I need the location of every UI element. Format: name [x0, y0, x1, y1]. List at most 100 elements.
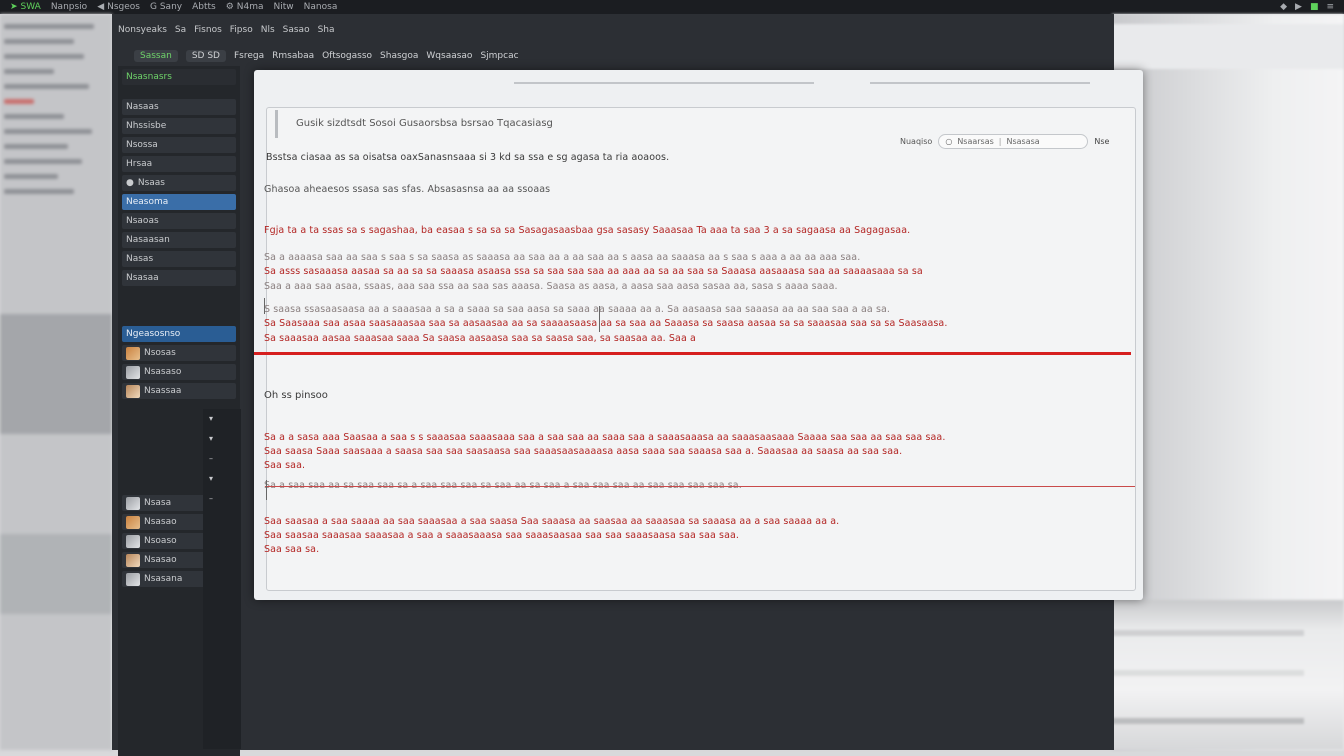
topbar-item-1[interactable]: Nanpsio	[51, 2, 87, 12]
search-label: Nuaqiso	[900, 137, 933, 146]
status-icon[interactable]: ■	[1310, 2, 1319, 12]
thumbnail-row[interactable]: Nsosas	[122, 345, 236, 361]
side-strip-panel: ▾ ▾ – ▾ –	[203, 409, 241, 749]
panel-row[interactable]: Nasas	[122, 251, 236, 267]
dialog-title: Gusik sizdtsdt Sosoi Gusaorsbsa bsrsao T…	[296, 118, 553, 129]
toolbar-item[interactable]: Rmsabaa	[272, 51, 314, 61]
radio-icon: ○	[945, 136, 953, 146]
highlighted-text: Saa saasaa saaasaa saaasaa a saa a saaas…	[264, 530, 740, 541]
thumbnail-row[interactable]: Nsasaso	[122, 364, 236, 380]
menu-item[interactable]: Nls	[261, 25, 275, 35]
toolbar-item[interactable]: Wqsaasao	[426, 51, 472, 61]
topbar-green-item[interactable]: ➤ SWA	[10, 2, 41, 12]
red-divider	[265, 486, 1135, 487]
menu-bar: Nonsyeaks Sa Fisnos Fipso Nls Sasao Sha	[112, 22, 1114, 38]
toolbar-item[interactable]: Fsrega	[234, 51, 264, 61]
image-thumbnail	[126, 346, 140, 360]
divider	[514, 82, 814, 84]
topbar-item-7[interactable]: Nanosa	[304, 2, 338, 12]
topbar-item-6[interactable]: Nitw	[274, 2, 294, 12]
arrow-icon: ➤	[10, 1, 18, 12]
system-top-bar: ➤ SWA Nanpsio ◀ Nsgeos G Sany Abtts ⚙ N4…	[0, 0, 1344, 14]
highlighted-text: Saa saa.	[264, 460, 306, 471]
body-text: Sa a aaaasa saa aa saa s saa s sa saasa …	[264, 252, 861, 263]
menu-item[interactable]: Fipso	[230, 25, 253, 35]
text-cursor	[266, 480, 267, 500]
text-cursor	[599, 306, 600, 332]
panel-row[interactable]: Nasaas	[122, 99, 236, 115]
highlighted-text: Sa Saasaaa saa asaa saasaaasaa saa sa aa…	[264, 318, 948, 329]
strip-icon-row[interactable]: ▾	[203, 429, 241, 449]
topbar-item-3[interactable]: G Sany	[150, 2, 182, 12]
document-dialog: Gusik sizdtsdt Sosoi Gusaorsbsa bsrsao T…	[254, 70, 1143, 600]
panel-header[interactable]: Nsasnasrs	[122, 69, 236, 85]
menu-item[interactable]: Sasao	[283, 25, 310, 35]
panel-row-selected[interactable]: Neasoma	[122, 194, 236, 210]
image-thumbnail	[126, 384, 140, 398]
image-thumbnail	[126, 496, 140, 510]
divider	[870, 82, 1090, 84]
menu-icon[interactable]: ≡	[1326, 2, 1334, 12]
menu-item[interactable]: Sa	[175, 25, 186, 35]
panel-row[interactable]: Nasaasan	[122, 232, 236, 248]
toolbar-item[interactable]: Shasgoa	[380, 51, 418, 61]
panel-row[interactable]: Nsasaa	[122, 270, 236, 286]
panel-section-header[interactable]: Ngeasosnso	[122, 326, 236, 342]
search-go-button[interactable]: Nse	[1094, 137, 1109, 146]
thumbnail-row[interactable]: Nsassaa	[122, 383, 236, 399]
highlighted-text: Sa a a sasa aaa Saasaa a saa s s saaasaa…	[264, 432, 946, 443]
strip-icon-row[interactable]: ▾	[203, 469, 241, 489]
divider	[275, 110, 278, 138]
toolbar-pill-button[interactable]: SD SD	[185, 50, 226, 62]
image-thumbnail	[126, 365, 140, 379]
strip-icon-row[interactable]: –	[203, 449, 241, 469]
panel-row[interactable]: Hrsaa	[122, 156, 236, 172]
search-value: Nsaarsas	[957, 137, 994, 146]
body-text: Bsstsa ciasaa as sa oisatsa oaxSanasnsaa…	[266, 152, 670, 163]
topbar-item-4[interactable]: Abtts	[192, 2, 216, 12]
image-thumbnail	[126, 572, 140, 586]
strip-icon-row[interactable]: ▾	[203, 409, 241, 429]
play-icon[interactable]: ▶	[1295, 2, 1302, 12]
topbar-status-icons: ◆ ▶ ■ ≡	[1280, 2, 1344, 12]
image-thumbnail	[126, 515, 140, 529]
body-text: S saasa ssasaasaasa aa a saaasaa a sa a …	[264, 304, 891, 315]
body-text: Ghasoa aheaesos ssasa sas sfas. Absasasn…	[264, 184, 551, 195]
dash-icon: –	[209, 494, 213, 503]
topbar-item-5[interactable]: ⚙ N4ma	[226, 2, 264, 12]
chevron-down-icon: ▾	[209, 414, 214, 423]
menu-item[interactable]: Sha	[318, 25, 335, 35]
background-page-left	[0, 14, 112, 750]
image-thumbnail	[126, 553, 140, 567]
highlighted-text: Saa saa sa.	[264, 544, 320, 555]
toolbar-active-button[interactable]: Sassan	[134, 50, 178, 62]
topbar-item-2[interactable]: ◀ Nsgeos	[97, 2, 140, 12]
strip-icon-row[interactable]: –	[203, 489, 241, 509]
panel-row[interactable]: ● Nsaas	[122, 175, 236, 191]
dash-icon: –	[209, 454, 213, 463]
toolbar-item[interactable]: Oftsogasso	[322, 51, 372, 61]
highlighted-text: Fgja ta a ta ssas sa s sagashaa, ba easa…	[264, 225, 911, 236]
panel-row[interactable]: Nsossa	[122, 137, 236, 153]
gear-icon: ⚙	[225, 1, 234, 12]
search-bar: Nuaqiso ○ Nsaarsas | Nsasasa Nse	[900, 134, 1109, 149]
toolbar-item[interactable]: Sjmpcac	[480, 51, 518, 61]
text-cursor	[264, 298, 265, 314]
circle-icon: ●	[126, 177, 134, 188]
panel-row[interactable]: Nhssisbe	[122, 118, 236, 134]
diamond-icon[interactable]: ◆	[1280, 2, 1287, 12]
chevron-down-icon: ▾	[209, 434, 214, 443]
menu-item[interactable]: Fisnos	[194, 25, 222, 35]
highlighted-text: Saa saasa Saaa saasaaa a saasa saa saa s…	[264, 446, 903, 457]
play-icon: ◀	[97, 1, 105, 12]
section-heading: Oh ss pinsoo	[264, 390, 328, 401]
highlighted-text: Sa saaasaa aasaa saaasaa saaa Sa saasa a…	[264, 333, 696, 344]
image-thumbnail	[126, 534, 140, 548]
panel-row[interactable]: Nsaoas	[122, 213, 236, 229]
body-text: Saa a aaa saa asaa, ssaas, aaa saa ssa a…	[264, 281, 838, 292]
chevron-down-icon: ▾	[209, 474, 214, 483]
search-input[interactable]: ○ Nsaarsas | Nsasasa	[938, 134, 1089, 149]
highlighted-text: Sa asss sasaaasa aasaa sa aa sa sa saaas…	[264, 266, 923, 277]
menu-item[interactable]: Nonsyeaks	[118, 25, 167, 35]
highlighted-text: Saa saasaa a saa saaaa aa saa saaasaa a …	[264, 516, 840, 527]
